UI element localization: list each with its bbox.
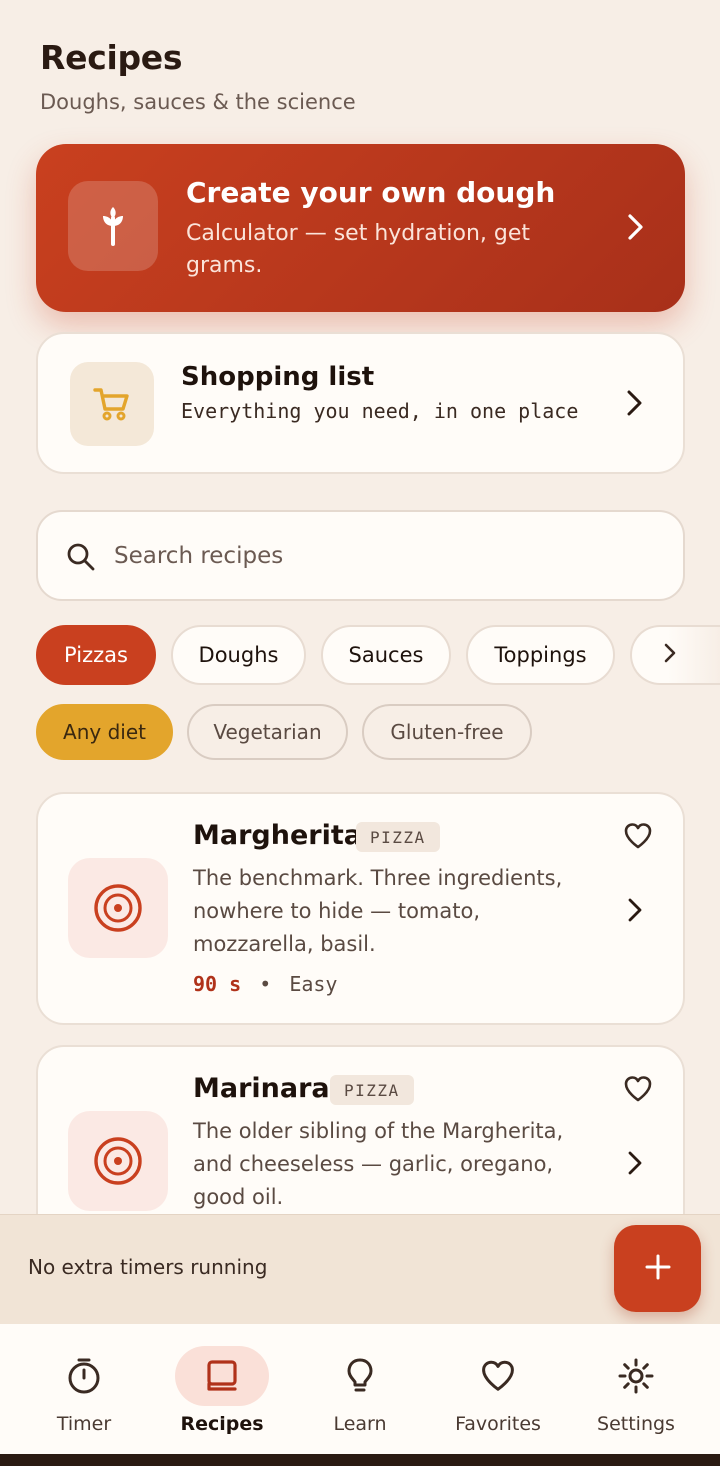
hero-title: Create your own dough <box>186 176 556 209</box>
add-timer-button[interactable] <box>614 1225 701 1312</box>
wheat-icon <box>68 181 158 271</box>
nav-label: Favorites <box>455 1413 541 1435</box>
chip-toppings[interactable]: Toppings <box>466 625 615 685</box>
pizza-icon <box>68 1111 168 1211</box>
timers-status: No extra timers running <box>28 1255 268 1279</box>
favorite-button[interactable] <box>623 822 653 854</box>
heart-icon <box>623 823 653 854</box>
gear-icon <box>589 1346 683 1406</box>
search-input[interactable] <box>114 532 654 580</box>
meta-separator: • <box>259 972 272 996</box>
nav-label: Timer <box>56 1413 112 1435</box>
recipe-type-badge: PIZZA <box>330 1075 414 1105</box>
nav-label: Settings <box>597 1413 675 1435</box>
page-subtitle: Doughs, sauces & the science <box>40 90 356 114</box>
hero-description: Calculator — set hydration, get grams. <box>186 221 531 278</box>
heart-icon <box>623 1076 653 1107</box>
chip-any-diet[interactable]: Any diet <box>36 704 173 760</box>
chevron-right-icon <box>662 641 678 670</box>
recipe-card-margherita[interactable]: Margherita PIZZA The benchmark. Three in… <box>36 792 685 1025</box>
nav-learn[interactable]: Learn <box>291 1324 429 1454</box>
chip-sauces[interactable]: Sauces <box>321 625 451 685</box>
nav-label: Recipes <box>180 1413 264 1435</box>
chevron-right-icon <box>625 1149 645 1181</box>
chips-scroll-right-button[interactable] <box>630 625 720 685</box>
favorite-button[interactable] <box>623 1075 653 1107</box>
recipe-meta: 90 s • Easy <box>193 972 337 996</box>
timers-bar: No extra timers running <box>0 1214 720 1324</box>
recipe-type-badge: PIZZA <box>356 822 440 852</box>
nav-settings[interactable]: Settings <box>567 1324 705 1454</box>
search-box[interactable] <box>36 510 685 601</box>
lightbulb-icon <box>313 1346 407 1406</box>
nav-recipes[interactable]: Recipes <box>153 1324 291 1454</box>
search-icon <box>66 542 96 576</box>
shopping-list-title: Shopping list <box>181 362 375 392</box>
chip-vegetarian[interactable]: Vegetarian <box>187 704 348 760</box>
chevron-right-icon <box>623 388 645 422</box>
pizza-icon <box>68 858 168 958</box>
nav-favorites[interactable]: Favorites <box>429 1324 567 1454</box>
nav-timer[interactable]: Timer <box>15 1324 153 1454</box>
dough-calculator-card[interactable]: Create your own dough Calculator — set h… <box>36 144 685 312</box>
recipe-description: The older sibling of the Margherita, and… <box>193 1119 564 1209</box>
cart-icon <box>70 362 154 446</box>
chip-gluten-free[interactable]: Gluten-free <box>362 704 532 760</box>
system-gesture-bar <box>0 1454 720 1466</box>
recipe-description: The benchmark. Three ingredients, nowher… <box>193 866 563 956</box>
chevron-right-icon <box>625 896 645 928</box>
plus-icon <box>644 1253 672 1285</box>
recipe-time: 90 s <box>193 972 242 996</box>
chip-pizzas[interactable]: Pizzas <box>36 625 156 685</box>
book-icon <box>175 1346 269 1406</box>
recipe-name: Marinara <box>193 1073 330 1104</box>
nav-label: Learn <box>333 1413 387 1435</box>
shopping-list-description: Everything you need, in one place <box>181 399 579 423</box>
shopping-list-card[interactable]: Shopping list Everything you need, in on… <box>36 332 685 474</box>
recipe-name: Margherita <box>193 820 362 851</box>
bottom-navigation: Timer Recipes Learn Favorites Settings <box>0 1324 720 1454</box>
page-title: Recipes <box>40 38 183 77</box>
heart-icon <box>451 1346 545 1406</box>
recipe-difficulty: Easy <box>289 972 338 996</box>
chip-doughs[interactable]: Doughs <box>171 625 306 685</box>
stopwatch-icon <box>37 1346 131 1406</box>
chevron-right-icon <box>623 212 647 246</box>
